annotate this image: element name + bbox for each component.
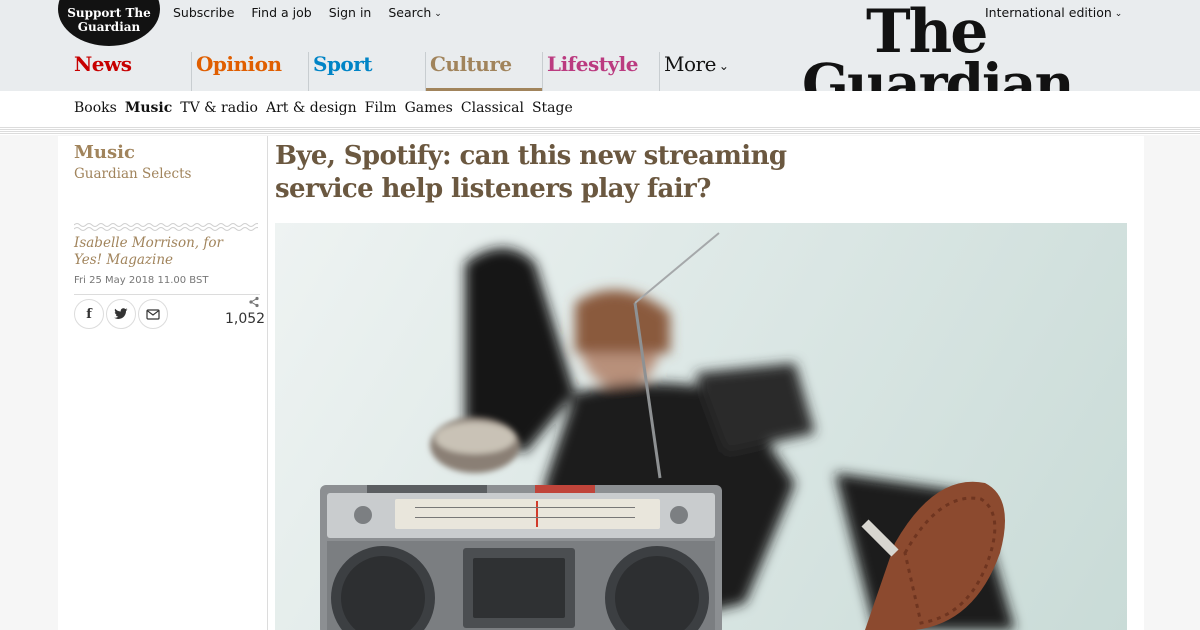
publish-date: Fri 25 May 2018 11.00 BST (74, 275, 209, 286)
pillar-lifestyle[interactable]: Lifestyle (542, 52, 638, 91)
more-label: More (664, 52, 716, 76)
sub-nav: Books Music TV & radio Art & design Film… (0, 91, 1200, 128)
chevron-down-icon: ⌄ (434, 9, 442, 19)
facebook-share-button[interactable]: f (74, 299, 104, 329)
search-label: Search (388, 5, 432, 20)
subnav-music[interactable]: Music (125, 100, 172, 116)
email-icon (146, 308, 160, 320)
search-link[interactable]: Search ⌄ (388, 5, 442, 20)
email-share-button[interactable] (138, 299, 168, 329)
subnav-film[interactable]: Film (365, 100, 397, 116)
pillar-opinion[interactable]: Opinion (191, 52, 282, 91)
section-label[interactable]: Music (74, 142, 135, 163)
pillar-culture[interactable]: Culture (425, 52, 542, 91)
pillar-news[interactable]: News (74, 52, 132, 91)
header-divider (0, 128, 1200, 135)
subnav-art-design[interactable]: Art & design (266, 100, 357, 116)
chevron-down-icon: ⌄ (1114, 9, 1123, 19)
article-container: Music Guardian Selects Isabelle Morrison… (58, 136, 1144, 630)
article-headline: Bye, Spotify: can this new streaming ser… (275, 141, 787, 204)
boombox-photo-illustration (320, 232, 1015, 630)
subnav-books[interactable]: Books (74, 100, 117, 116)
twitter-icon (114, 308, 128, 319)
subnav-tv-radio[interactable]: TV & radio (180, 100, 258, 116)
article-meta-column: Music Guardian Selects Isabelle Morrison… (58, 136, 268, 630)
share-count: 1,052 (225, 311, 266, 327)
subnav-stage[interactable]: Stage (532, 100, 573, 116)
chevron-down-icon: ⌄ (718, 59, 729, 73)
squiggle-divider (74, 223, 258, 231)
find-a-job-link[interactable]: Find a job (251, 5, 311, 20)
pillar-sport[interactable]: Sport (308, 52, 373, 91)
twitter-share-button[interactable] (106, 299, 136, 329)
subnav-games[interactable]: Games (405, 100, 453, 116)
series-label[interactable]: Guardian Selects (74, 166, 191, 182)
subnav-classical[interactable]: Classical (461, 100, 524, 116)
share-icon (249, 296, 259, 308)
byline[interactable]: Isabelle Morrison, for Yes! Magazine (74, 235, 254, 269)
site-header: Support The Guardian Subscribe Find a jo… (0, 0, 1200, 111)
top-links: Subscribe Find a job Sign in Search ⌄ (173, 5, 442, 20)
support-button[interactable]: Support The Guardian (58, 0, 160, 46)
pillar-more[interactable]: More ⌄ (659, 52, 729, 91)
facebook-icon: f (86, 306, 92, 322)
subscribe-link[interactable]: Subscribe (173, 5, 234, 20)
article-main-image[interactable] (275, 223, 1127, 630)
sign-in-link[interactable]: Sign in (329, 5, 372, 20)
share-divider (74, 294, 260, 295)
